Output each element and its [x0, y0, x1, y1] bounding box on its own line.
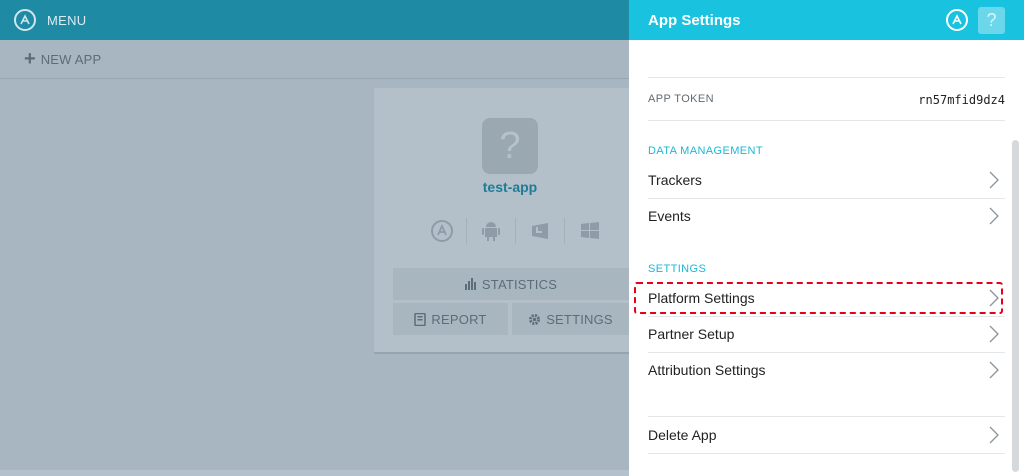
app-token-value[interactable]: rn57mfid9dz4	[918, 93, 1005, 107]
settings-heading: SETTINGS	[648, 263, 707, 275]
panel-header: App Settings ?	[629, 0, 1024, 40]
data-management-heading: DATA MANAGEMENT	[648, 145, 763, 157]
platform-icons	[418, 218, 614, 244]
attribution-settings-row[interactable]: Attribution Settings	[648, 352, 1005, 388]
windows-store-icon[interactable]	[516, 218, 565, 244]
divider	[648, 453, 1005, 454]
chevron-right-icon	[987, 206, 1001, 226]
android-icon[interactable]	[467, 218, 516, 244]
chevron-right-icon	[987, 360, 1001, 380]
report-button[interactable]: REPORT	[393, 303, 508, 335]
app-name[interactable]: test-app	[374, 179, 646, 195]
settings-button[interactable]: SETTINGS	[512, 303, 629, 335]
chevron-right-icon	[987, 170, 1001, 190]
trackers-row[interactable]: Trackers	[648, 162, 1005, 198]
chevron-right-icon	[987, 288, 1001, 308]
plus-icon: +	[24, 48, 36, 70]
panel-scrollbar[interactable]	[1012, 140, 1019, 472]
partner-setup-label: Partner Setup	[648, 326, 735, 342]
platform-settings-label: Platform Settings	[648, 290, 755, 306]
top-navigation-bar: MENU	[0, 0, 629, 40]
bottom-strip	[0, 470, 629, 476]
bar-chart-icon	[464, 278, 476, 290]
app-store-icon[interactable]	[418, 218, 467, 244]
app-store-icon[interactable]	[946, 9, 968, 31]
menu-button[interactable]: MENU	[47, 13, 86, 28]
events-row[interactable]: Events	[648, 198, 1005, 234]
app-token-label: APP TOKEN	[648, 93, 714, 105]
sub-toolbar: + NEW APP	[0, 40, 629, 79]
windows-icon[interactable]	[565, 218, 614, 244]
app-card: ? test-app STATISTICS REPORT SETTINGS	[374, 88, 629, 354]
divider	[648, 77, 1005, 78]
help-icon[interactable]: ?	[978, 6, 1005, 34]
partner-setup-row[interactable]: Partner Setup	[648, 316, 1005, 352]
platform-settings-row[interactable]: Platform Settings	[648, 280, 1005, 316]
delete-app-row[interactable]: Delete App	[648, 417, 1005, 453]
report-label: REPORT	[431, 311, 487, 327]
statistics-button[interactable]: STATISTICS	[393, 268, 629, 300]
app-settings-panel: App Settings ? APP TOKEN rn57mfid9dz4 DA…	[629, 0, 1024, 476]
statistics-label: STATISTICS	[481, 276, 558, 292]
new-app-button[interactable]: NEW APP	[41, 52, 102, 67]
trackers-label: Trackers	[648, 172, 702, 188]
app-logo-icon[interactable]	[14, 9, 36, 31]
chevron-right-icon	[987, 324, 1001, 344]
app-placeholder-icon: ?	[482, 118, 538, 174]
panel-title: App Settings	[648, 11, 741, 29]
attribution-settings-label: Attribution Settings	[648, 362, 766, 378]
gear-icon	[529, 313, 541, 325]
events-label: Events	[648, 208, 691, 224]
chevron-right-icon	[987, 425, 1001, 445]
report-icon	[414, 312, 427, 326]
delete-app-label: Delete App	[648, 427, 717, 443]
settings-label: SETTINGS	[546, 311, 613, 327]
divider	[648, 120, 1005, 121]
